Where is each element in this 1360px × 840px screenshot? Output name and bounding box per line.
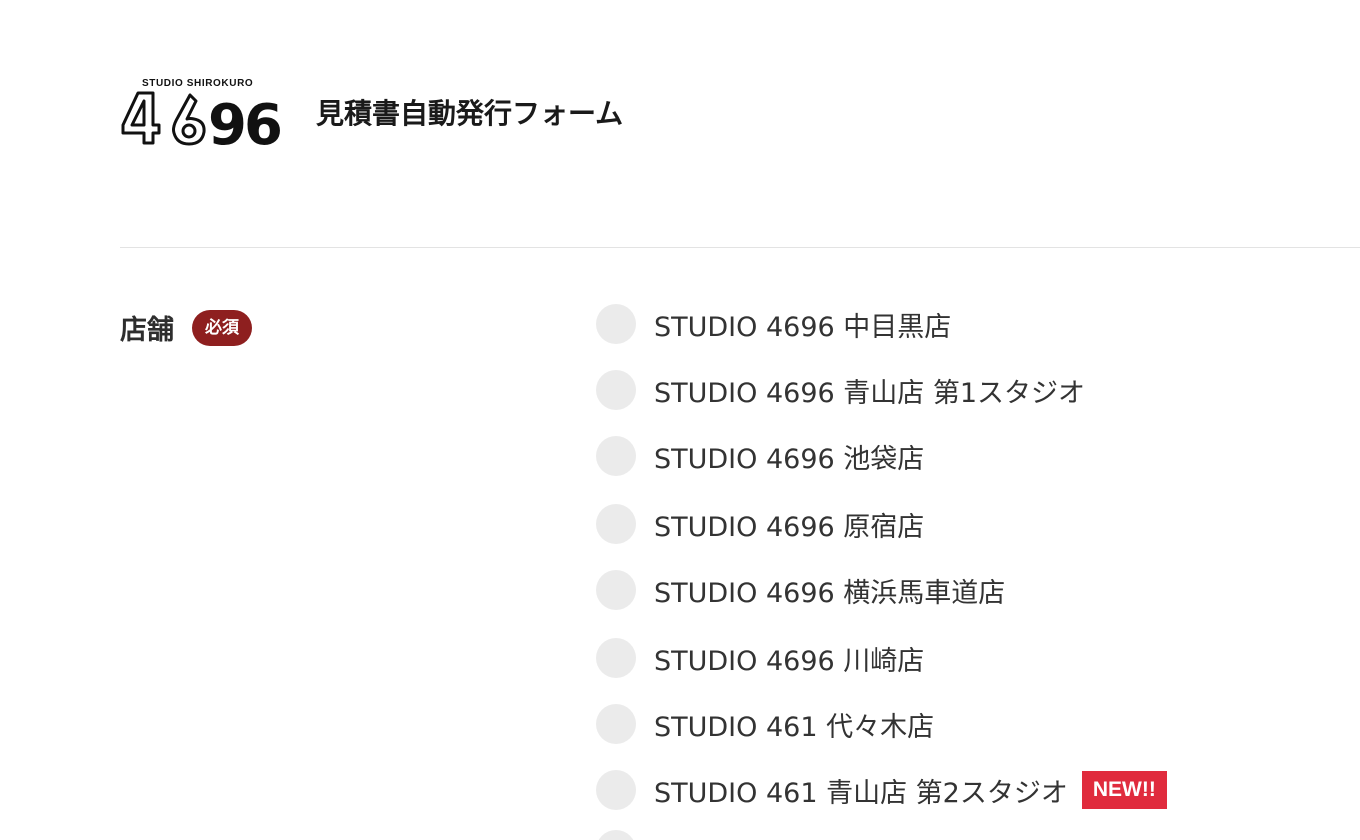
store-option[interactable]: STUDIO 4696 池袋店 [596,434,924,478]
studio-logo[interactable]: STUDIO SHIROKURO 96 [120,78,292,148]
radio-button[interactable] [596,504,636,544]
radio-button-partial[interactable] [596,830,636,840]
store-option[interactable]: STUDIO 4696 原宿店 [596,502,924,546]
store-label: 店舗 [120,315,174,346]
store-option-label[interactable]: STUDIO 4696 中目黒店 [654,305,951,344]
radio-button[interactable] [596,704,636,744]
logo-subtitle: STUDIO SHIROKURO [142,78,254,89]
store-option-label[interactable]: STUDIO 4696 青山店 第1スタジオ [654,371,1085,410]
store-field-label: 店舗 必須 [120,308,252,347]
page-title: 見積書自動発行フォーム [316,97,624,130]
store-option[interactable]: STUDIO 4696 川崎店 [596,636,924,680]
logo-4696-mark: 96 [121,91,283,147]
estimate-form-page: STUDIO SHIROKURO 96 見積書自動発行フォーム 店舗 必須 ST… [0,0,1360,840]
radio-button[interactable] [596,570,636,610]
store-option-label[interactable]: STUDIO 4696 横浜馬車道店 [654,571,1005,610]
new-badge: NEW!! [1081,771,1167,809]
store-option[interactable]: STUDIO 4696 青山店 第1スタジオ [596,368,1085,412]
store-option-label[interactable]: STUDIO 461 青山店 第2スタジオ [654,771,1068,810]
header-divider [120,247,1360,248]
store-option[interactable]: STUDIO 461 代々木店 [596,702,934,746]
store-option-label[interactable]: STUDIO 4696 池袋店 [654,437,924,476]
required-badge: 必須 [192,309,252,346]
store-option[interactable]: STUDIO 461 青山店 第2スタジオ NEW!! [596,768,1167,812]
store-option[interactable]: STUDIO 4696 横浜馬車道店 [596,568,1005,612]
radio-button[interactable] [596,304,636,344]
store-option-label[interactable]: STUDIO 4696 川崎店 [654,639,924,678]
store-option[interactable]: STUDIO 4696 中目黒店 [596,302,951,346]
store-option-label[interactable]: STUDIO 4696 原宿店 [654,505,924,544]
radio-button[interactable] [596,436,636,476]
radio-button[interactable] [596,370,636,410]
radio-button[interactable] [596,638,636,678]
svg-text:96: 96 [208,93,280,147]
radio-button[interactable] [596,770,636,810]
store-option-label[interactable]: STUDIO 461 代々木店 [654,705,934,744]
